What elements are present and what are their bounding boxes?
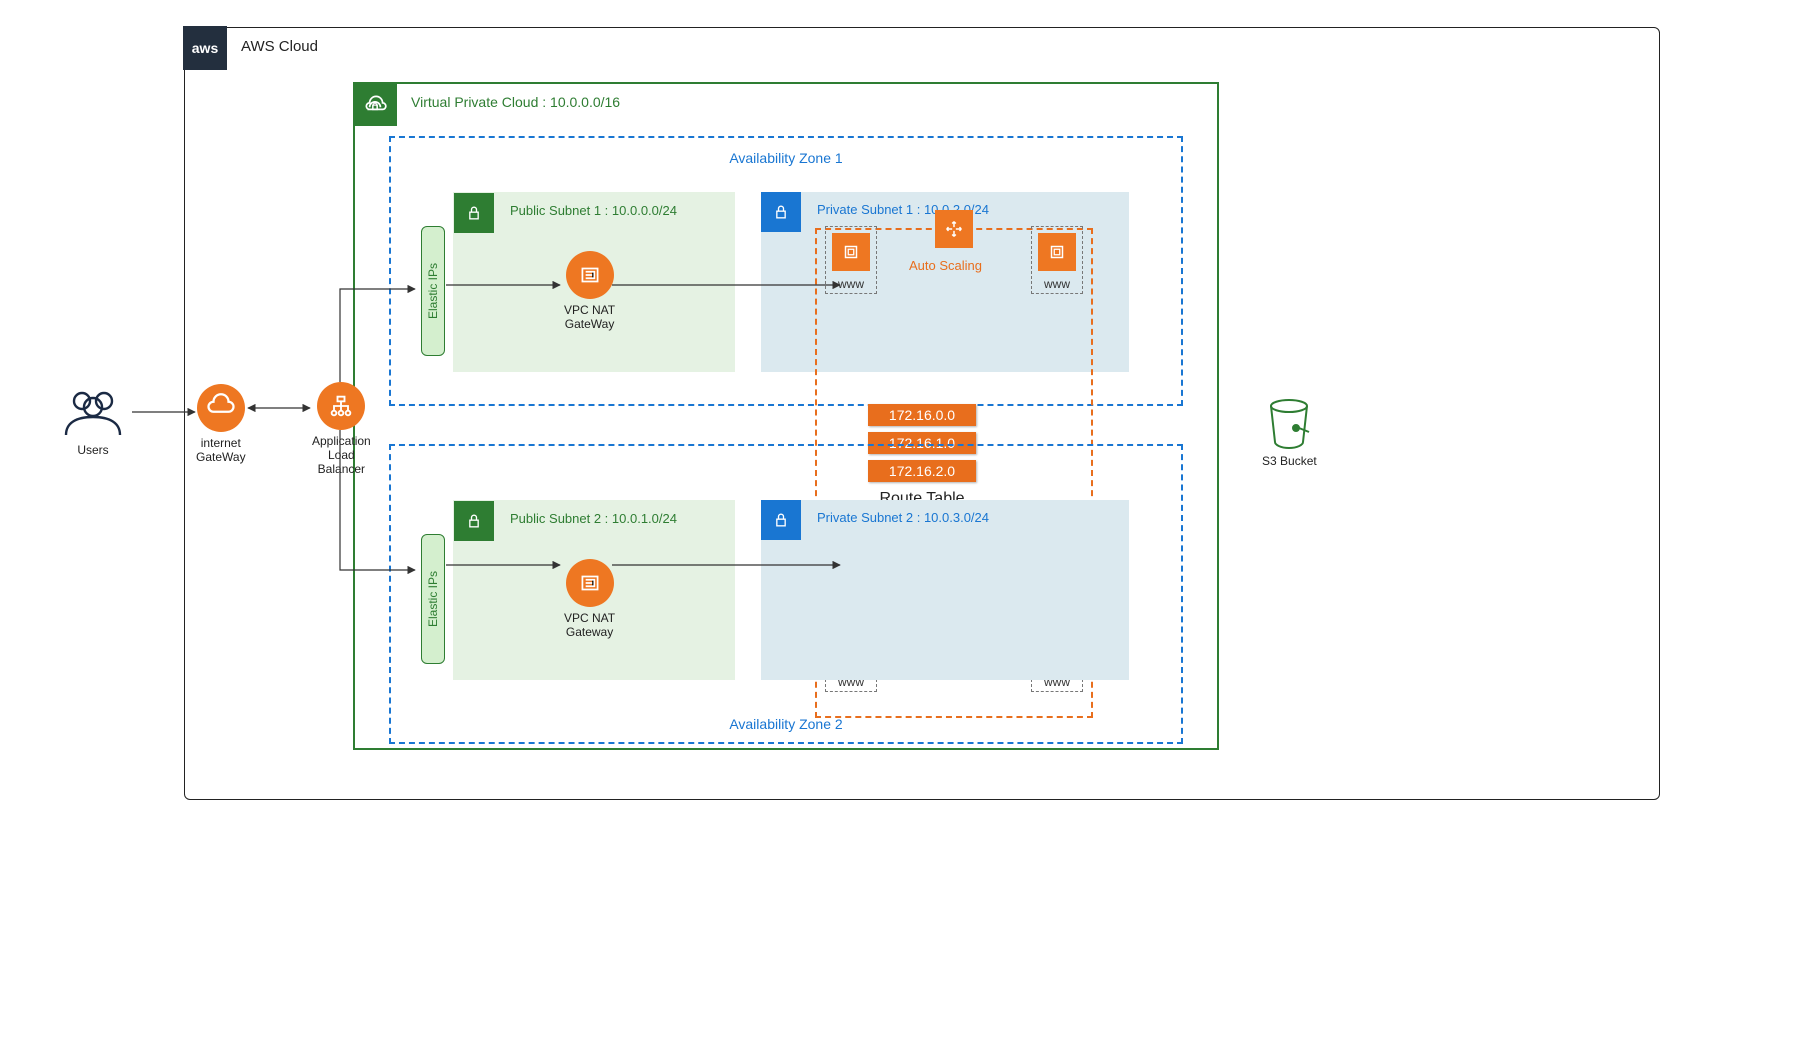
public-subnet-2-label: Public Subnet 2 : 10.0.1.0/24 bbox=[510, 511, 677, 526]
users: Users bbox=[60, 385, 126, 457]
auto-scaling-icon bbox=[935, 210, 973, 248]
s3-bucket-icon bbox=[1266, 398, 1312, 450]
vpc-container: Virtual Private Cloud : 10.0.0.0/16 Avai… bbox=[353, 82, 1219, 750]
instance-www-label: www bbox=[1044, 277, 1070, 291]
instance-www-label: www bbox=[838, 277, 864, 291]
vpc-label: Virtual Private Cloud : 10.0.0.0/16 bbox=[411, 94, 620, 110]
ec2-icon bbox=[1038, 233, 1076, 271]
aws-cloud-label: AWS Cloud bbox=[241, 38, 318, 55]
lock-icon bbox=[454, 501, 494, 541]
elastic-ips-az2: Elastic IPs bbox=[421, 534, 445, 664]
ec2-instance: www bbox=[825, 226, 877, 294]
nat-gateway-icon bbox=[566, 559, 614, 607]
nat-gateway-icon bbox=[566, 251, 614, 299]
alb-label: Application Load Balancer bbox=[312, 434, 371, 476]
route-entry: 172.16.0.0 bbox=[868, 404, 976, 426]
elastic-ips-label: Elastic IPs bbox=[426, 571, 440, 627]
az1-label: Availability Zone 1 bbox=[729, 150, 842, 166]
lock-icon bbox=[454, 193, 494, 233]
nat-label-1: VPC NAT GateWay bbox=[564, 303, 615, 331]
s3-label: S3 Bucket bbox=[1262, 454, 1317, 468]
elastic-ips-label: Elastic IPs bbox=[426, 263, 440, 319]
aws-logo-badge: aws bbox=[183, 26, 227, 70]
ec2-instance: www bbox=[1031, 226, 1083, 294]
aws-logo-text: aws bbox=[192, 40, 218, 56]
internet-gateway-icon bbox=[197, 384, 245, 432]
asg-label: Auto Scaling bbox=[909, 258, 982, 273]
lock-icon bbox=[761, 500, 801, 540]
az2-label: Availability Zone 2 bbox=[729, 716, 842, 732]
users-label: Users bbox=[77, 443, 108, 457]
alb-icon bbox=[317, 382, 365, 430]
aws-cloud-container: aws AWS Cloud Virtual Private Cloud : 10… bbox=[184, 27, 1660, 800]
ec2-icon bbox=[832, 233, 870, 271]
s3-bucket: S3 Bucket bbox=[1262, 398, 1317, 468]
private-subnet-2-label: Private Subnet 2 : 10.0.3.0/24 bbox=[817, 510, 989, 525]
public-subnet-1-label: Public Subnet 1 : 10.0.0.0/24 bbox=[510, 203, 677, 218]
availability-zone-2: Availability Zone 2 Elastic IPs Public S… bbox=[389, 444, 1183, 744]
igw-label: internet GateWay bbox=[196, 436, 246, 464]
public-subnet-2: Public Subnet 2 : 10.0.1.0/24 VPC NAT Ga… bbox=[453, 500, 735, 680]
vpc-badge-icon bbox=[353, 82, 397, 126]
private-subnet-1: Private Subnet 1 : 10.0.2.0/24 Auto Scal… bbox=[761, 192, 1129, 372]
nat-gateway-2: VPC NAT Gateway bbox=[564, 559, 615, 639]
lock-icon bbox=[761, 192, 801, 232]
nat-gateway-1: VPC NAT GateWay bbox=[564, 251, 615, 331]
availability-zone-1: Availability Zone 1 Elastic IPs Public S… bbox=[389, 136, 1183, 406]
private-subnet-2: Private Subnet 2 : 10.0.3.0/24 bbox=[761, 500, 1129, 680]
users-icon bbox=[60, 385, 126, 439]
elastic-ips-az1: Elastic IPs bbox=[421, 226, 445, 356]
internet-gateway: internet GateWay bbox=[196, 384, 246, 464]
application-load-balancer: Application Load Balancer bbox=[312, 382, 371, 476]
nat-label-2: VPC NAT Gateway bbox=[564, 611, 615, 639]
public-subnet-1: Public Subnet 1 : 10.0.0.0/24 VPC NAT Ga… bbox=[453, 192, 735, 372]
